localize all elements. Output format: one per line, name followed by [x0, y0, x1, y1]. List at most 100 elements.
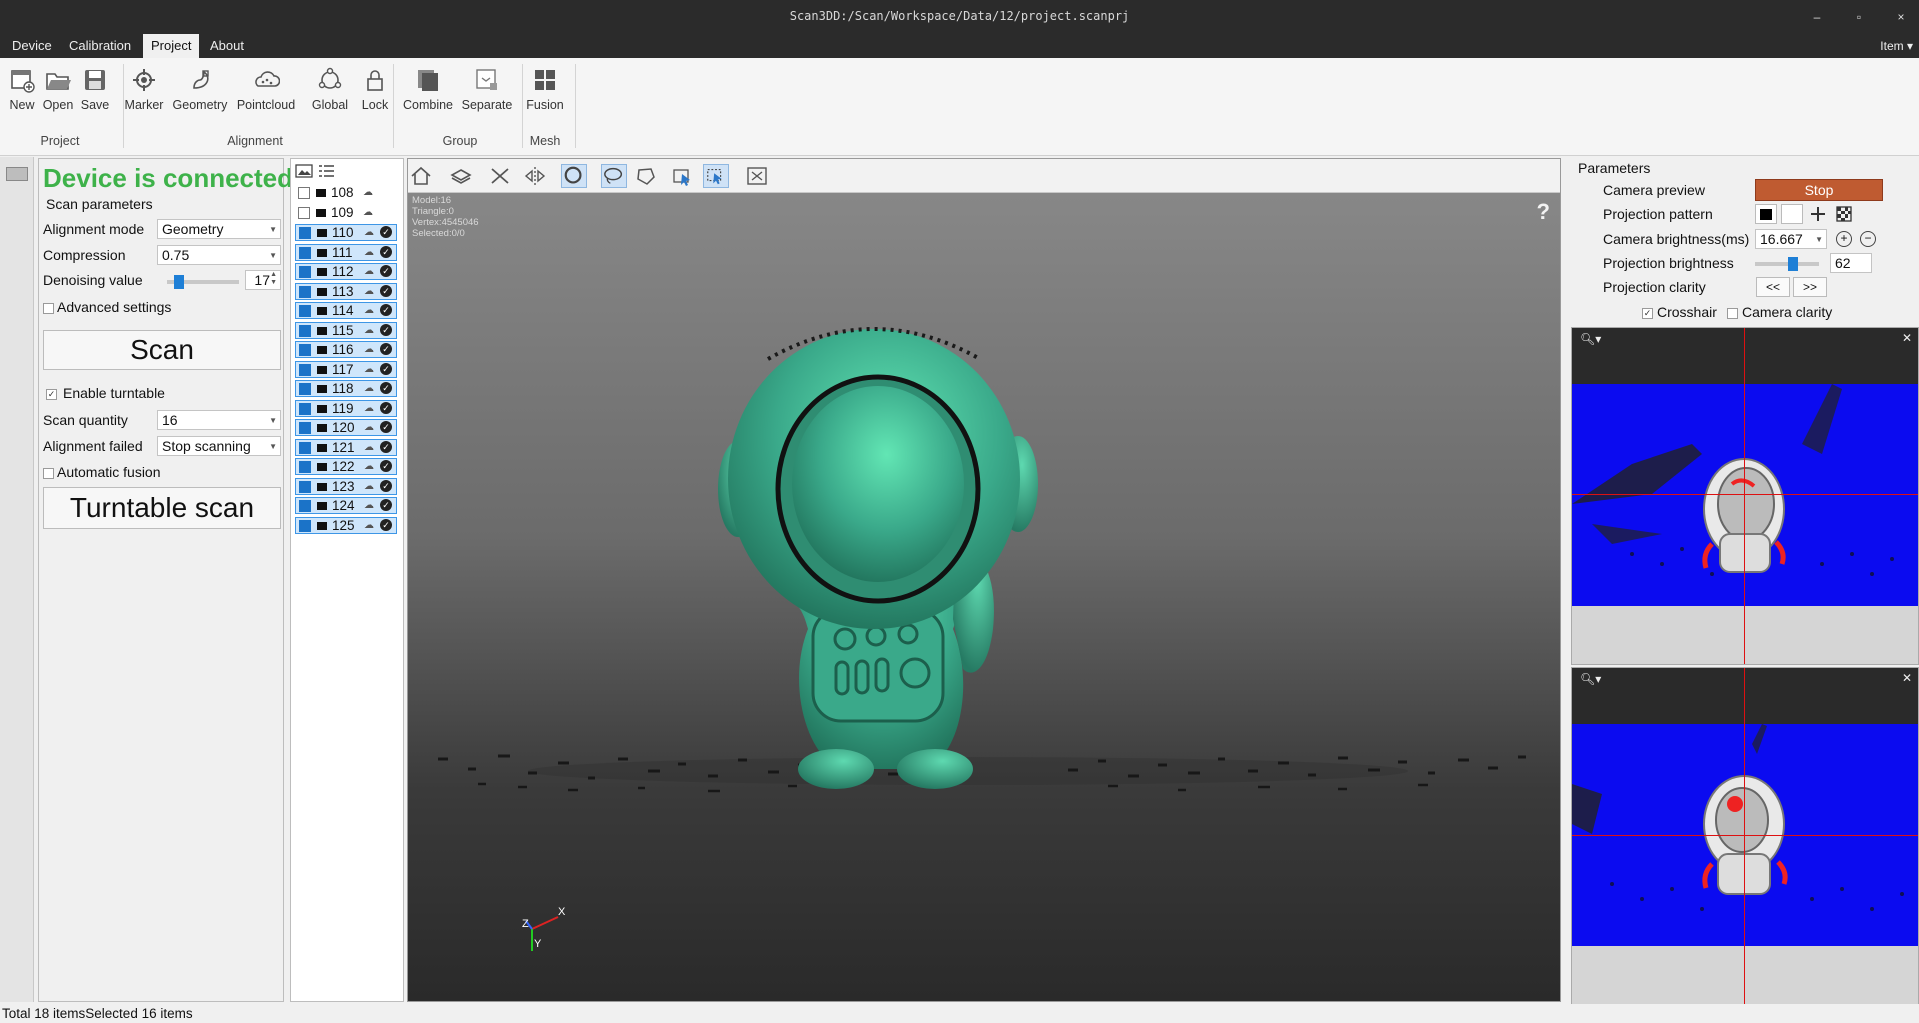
list-item[interactable]: 118 ☁ ✓: [295, 380, 397, 397]
checker-pattern-icon[interactable]: [1833, 204, 1855, 224]
list-item[interactable]: 115 ☁ ✓: [295, 321, 397, 339]
item-checkbox[interactable]: [298, 206, 310, 219]
minimize-button[interactable]: –: [1800, 5, 1834, 29]
3d-viewport[interactable]: Model:16 Triangle:0 Vertex:4545046 Selec…: [407, 158, 1561, 1002]
denoising-spinbox[interactable]: 17 ▲ ▼: [245, 270, 281, 290]
scan-button[interactable]: Scan: [43, 330, 281, 370]
combine-button[interactable]: Combine: [398, 62, 458, 122]
maximize-button[interactable]: ▫: [1842, 5, 1876, 29]
item-checkbox[interactable]: [299, 383, 311, 395]
item-checkbox[interactable]: [299, 305, 311, 317]
camera-brightness-select[interactable]: 16.667 ▼: [1755, 229, 1827, 249]
list-item[interactable]: 121 ☁ ✓: [295, 438, 397, 456]
list-item[interactable]: 109 ☁: [295, 205, 397, 222]
item-thumbnail-icon: [317, 404, 327, 413]
item-checkbox[interactable]: [299, 363, 311, 376]
item-checkbox[interactable]: [299, 285, 311, 298]
list-item[interactable]: 108 ☁: [295, 185, 397, 202]
camera-view-right[interactable]: 🔍︎▾ ✕: [1571, 667, 1919, 1005]
pin-icon[interactable]: ✕: [1902, 671, 1912, 685]
menu-about[interactable]: About: [202, 34, 252, 58]
clarity-prev-button[interactable]: <<: [1756, 277, 1790, 297]
camera-brightness-label: Camera brightness(ms): [1603, 231, 1750, 247]
denoising-slider-handle[interactable]: [174, 275, 185, 289]
item-checkbox[interactable]: [299, 227, 311, 239]
item-checkbox[interactable]: [299, 480, 311, 493]
left-dock-strip: [0, 157, 34, 1002]
dropdown-arrow-icon: ▼: [269, 442, 277, 451]
lock-button[interactable]: Lock: [345, 62, 405, 122]
pin-icon[interactable]: ✕: [1902, 331, 1912, 345]
item-checkbox[interactable]: [299, 422, 311, 434]
camera-zoom-icon[interactable]: 🔍︎▾: [1580, 332, 1601, 346]
crosshair-pattern-icon[interactable]: [1807, 204, 1829, 224]
projection-brightness-slider-handle[interactable]: [1788, 257, 1799, 271]
fusion-button[interactable]: Fusion: [515, 62, 575, 122]
list-item[interactable]: 114 ☁ ✓: [295, 302, 397, 319]
item-checkbox[interactable]: [299, 461, 311, 473]
close-button[interactable]: ×: [1884, 5, 1918, 29]
item-checkbox[interactable]: [299, 519, 311, 532]
pointcloud-button[interactable]: Pointcloud: [236, 62, 296, 122]
item-thumbnail-icon: [317, 521, 327, 530]
list-item[interactable]: 122 ☁ ✓: [295, 458, 397, 475]
list-item[interactable]: 125 ☁ ✓: [295, 516, 397, 534]
alignment-failed-select[interactable]: Stop scanning ▼: [157, 436, 281, 456]
turntable-scan-button[interactable]: Turntable scan: [43, 487, 281, 529]
list-item[interactable]: 110 ☁ ✓: [295, 224, 397, 241]
crosshair-horizontal: [1572, 494, 1918, 495]
list-item[interactable]: 119 ☁ ✓: [295, 399, 397, 417]
camera-view-footer: [1572, 946, 1918, 1004]
item-checkbox[interactable]: [299, 402, 311, 415]
crosshair-label: Crosshair: [1657, 304, 1717, 320]
marker-button[interactable]: Marker: [114, 62, 174, 122]
item-id: 125: [332, 517, 355, 533]
menu-project[interactable]: Project: [143, 34, 200, 58]
pattern-white-button[interactable]: [1781, 204, 1803, 224]
item-checkbox[interactable]: [299, 266, 311, 278]
dock-tab-icon[interactable]: [6, 167, 28, 181]
list-item[interactable]: 124 ☁ ✓: [295, 497, 397, 514]
automatic-fusion-checkbox[interactable]: [43, 468, 54, 479]
zoom-out-icon[interactable]: −: [1860, 231, 1876, 247]
enable-turntable-checkbox[interactable]: ✓: [46, 389, 57, 400]
item-checkbox[interactable]: [299, 246, 311, 259]
stop-button[interactable]: Stop: [1755, 179, 1883, 201]
zoom-in-icon[interactable]: +: [1836, 231, 1852, 247]
item-checkbox[interactable]: [299, 500, 311, 512]
camera-clarity-checkbox[interactable]: [1727, 308, 1738, 319]
item-checkbox[interactable]: [299, 324, 311, 337]
list-item[interactable]: 116 ☁ ✓: [295, 341, 397, 358]
item-checkbox[interactable]: [298, 187, 310, 199]
item-menu[interactable]: Item ▾: [1880, 34, 1913, 58]
image-view-icon[interactable]: [295, 163, 313, 179]
list-item[interactable]: 120 ☁ ✓: [295, 419, 397, 436]
advanced-settings-checkbox[interactable]: [43, 303, 54, 314]
crosshair-checkbox[interactable]: ✓: [1642, 308, 1653, 319]
lock-label: Lock: [361, 98, 389, 112]
item-checkbox[interactable]: [299, 344, 311, 356]
spin-arrows-icon[interactable]: ▲ ▼: [270, 271, 277, 287]
geometry-button[interactable]: Geometry: [170, 62, 230, 122]
pattern-black-button[interactable]: [1755, 204, 1777, 224]
compression-select[interactable]: 0.75 ▼: [157, 245, 281, 265]
menu-device[interactable]: Device: [4, 34, 60, 58]
list-view-icon[interactable]: [317, 163, 335, 179]
list-item[interactable]: 111 ☁ ✓: [295, 243, 397, 261]
menu-calibration[interactable]: Calibration: [61, 34, 139, 58]
list-item[interactable]: 117 ☁ ✓: [295, 360, 397, 378]
item-cloud-icon: ☁: [364, 266, 374, 277]
list-item[interactable]: 112 ☁ ✓: [295, 263, 397, 280]
list-item[interactable]: 123 ☁ ✓: [295, 477, 397, 495]
list-item[interactable]: 113 ☁ ✓: [295, 282, 397, 300]
item-thumbnail-icon: [317, 443, 327, 452]
item-checkbox[interactable]: [299, 441, 311, 454]
projection-brightness-field[interactable]: 62: [1830, 253, 1872, 273]
alignment-mode-select[interactable]: Geometry ▼: [157, 219, 281, 239]
camera-view-left[interactable]: 🔍︎▾ ✕: [1571, 327, 1919, 665]
clarity-next-button[interactable]: >>: [1793, 277, 1827, 297]
separate-button[interactable]: Separate: [457, 62, 517, 122]
scan-quantity-select[interactable]: 16 ▼: [157, 410, 281, 430]
camera-zoom-icon[interactable]: 🔍︎▾: [1580, 672, 1601, 686]
projection-brightness-slider[interactable]: [1755, 262, 1819, 266]
